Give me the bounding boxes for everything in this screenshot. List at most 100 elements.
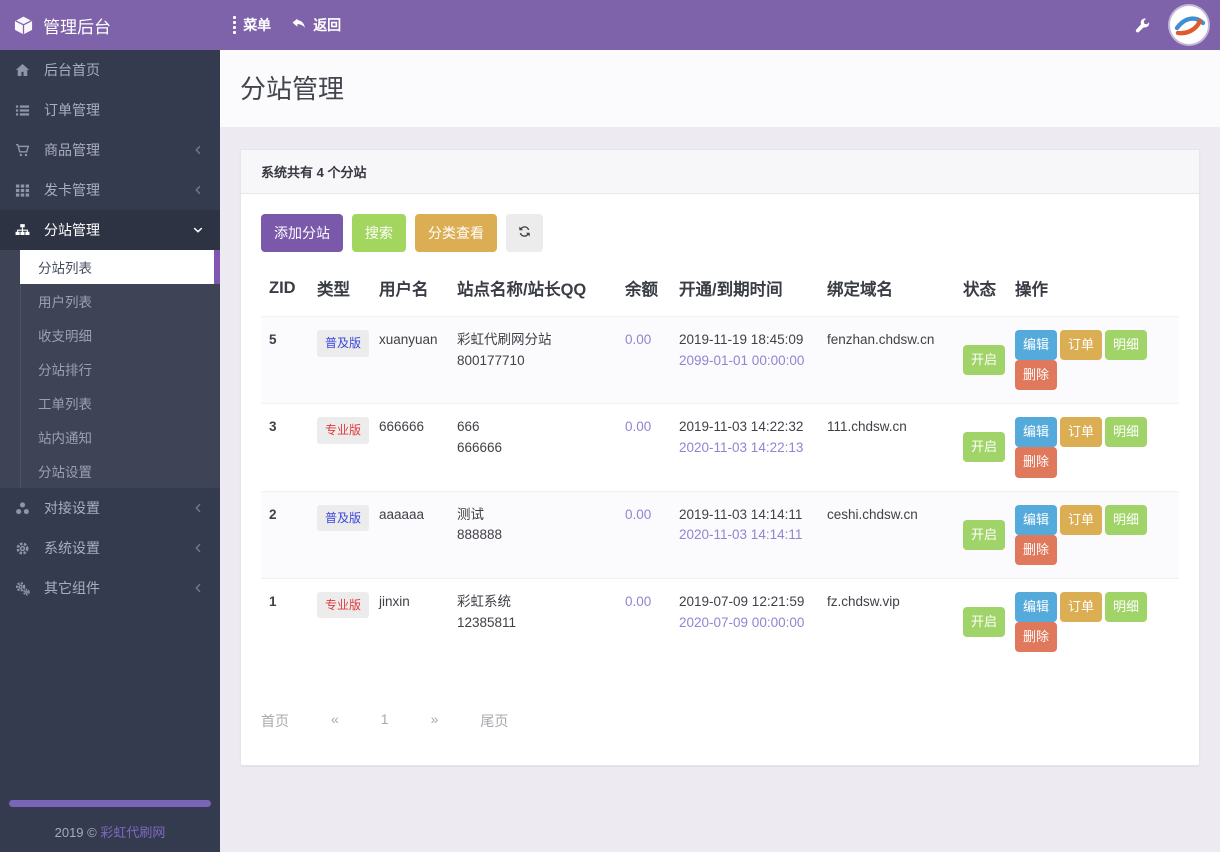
chevron-left-icon xyxy=(192,502,204,514)
menu-label: 菜单 xyxy=(243,15,271,35)
page-title: 分站管理 xyxy=(240,69,1200,106)
column-header: 开通/到期时间 xyxy=(679,260,827,317)
sidebar-item-substations[interactable]: 分站管理 xyxy=(0,210,220,250)
sidebar-item-label: 分站管理 xyxy=(44,220,192,240)
username-cell: 666666 xyxy=(379,404,457,491)
status-toggle-button[interactable]: 开启 xyxy=(963,432,1005,462)
expire-time: 2020-07-09 00:00:00 xyxy=(679,613,819,634)
edit-button[interactable]: 编辑 xyxy=(1015,505,1057,535)
detail-button[interactable]: 明细 xyxy=(1105,505,1147,535)
orders-button[interactable]: 订单 xyxy=(1060,592,1102,622)
pagination-next[interactable]: » xyxy=(431,711,439,731)
delete-button[interactable]: 删除 xyxy=(1015,535,1057,565)
status-toggle-button[interactable]: 开启 xyxy=(963,520,1005,550)
status-toggle-button[interactable]: 开启 xyxy=(963,345,1005,375)
sidebar-item-cards[interactable]: 发卡管理 xyxy=(0,170,220,210)
sidebar-subitem-site-notice[interactable]: 站内通知 xyxy=(0,420,220,454)
expire-time: 2099-01-01 00:00:00 xyxy=(679,351,819,372)
site-cell: 彩虹系统12385811 xyxy=(457,578,625,665)
gear-icon xyxy=(15,541,32,556)
sidebar-item-products[interactable]: 商品管理 xyxy=(0,130,220,170)
detail-button[interactable]: 明细 xyxy=(1105,592,1147,622)
sidebar-item-label: 系统设置 xyxy=(44,538,192,558)
nodes-icon xyxy=(15,501,32,516)
brand-title: 管理后台 xyxy=(43,13,111,38)
zid-cell: 5 xyxy=(261,317,317,404)
search-button[interactable]: 搜索 xyxy=(352,214,406,252)
footer-brand-link[interactable]: 彩虹代刷网 xyxy=(100,825,165,840)
sidebar-subitem-substation-settings[interactable]: 分站设置 xyxy=(0,454,220,488)
column-header: ZID xyxy=(261,260,317,317)
edit-button[interactable]: 编辑 xyxy=(1015,330,1057,360)
status-cell: 开启 xyxy=(963,578,1015,665)
domain-cell: fenzhan.chdsw.cn xyxy=(827,317,963,404)
sidebar-subitem-user-list[interactable]: 用户列表 xyxy=(0,284,220,318)
open-time: 2019-11-19 18:45:09 xyxy=(679,330,819,351)
pagination-first[interactable]: 首页 xyxy=(261,711,289,731)
add-substation-button[interactable]: 添加分站 xyxy=(261,214,343,252)
sidebar-item-label: 其它组件 xyxy=(44,578,192,598)
column-header: 类型 xyxy=(317,260,379,317)
domain-cell: ceshi.chdsw.cn xyxy=(827,491,963,578)
site-qq: 888888 xyxy=(457,525,617,546)
chevron-left-icon xyxy=(192,184,204,196)
sidebar-item-label: 订单管理 xyxy=(44,100,204,120)
status-toggle-button[interactable]: 开启 xyxy=(963,607,1005,637)
table-row: 3专业版6666666666666660.002019-11-03 14:22:… xyxy=(261,404,1179,491)
type-cell: 专业版 xyxy=(317,578,379,665)
back-button[interactable]: 返回 xyxy=(291,15,341,35)
table-header-row: ZID类型用户名站点名称/站长QQ余额开通/到期时间绑定域名状态操作 xyxy=(261,260,1179,317)
sidebar-footer: 2019 © 彩虹代刷网 xyxy=(0,800,220,852)
domain-cell: fz.chdsw.vip xyxy=(827,578,963,665)
site-qq: 666666 xyxy=(457,438,617,459)
username-cell: aaaaaa xyxy=(379,491,457,578)
brand[interactable]: 管理后台 xyxy=(0,13,220,38)
pagination-page-1[interactable]: 1 xyxy=(381,711,389,731)
sidebar-subitem-finance-detail[interactable]: 收支明细 xyxy=(0,318,220,352)
column-header: 用户名 xyxy=(379,260,457,317)
username-cell: xuanyuan xyxy=(379,317,457,404)
chevron-left-icon xyxy=(192,144,204,156)
wrench-icon[interactable] xyxy=(1135,18,1150,33)
edit-button[interactable]: 编辑 xyxy=(1015,592,1057,622)
sidebar-item-label: 商品管理 xyxy=(44,140,192,160)
category-view-button[interactable]: 分类查看 xyxy=(415,214,497,252)
open-time: 2019-11-03 14:14:11 xyxy=(679,505,819,526)
refresh-button[interactable] xyxy=(506,214,543,252)
footer-accent-bar xyxy=(9,800,211,807)
sidebar-subitem-ticket-list[interactable]: 工单列表 xyxy=(0,386,220,420)
delete-button[interactable]: 删除 xyxy=(1015,360,1057,390)
orders-button[interactable]: 订单 xyxy=(1060,330,1102,360)
orders-button[interactable]: 订单 xyxy=(1060,505,1102,535)
sidebar-submenu: 分站列表用户列表收支明细分站排行工单列表站内通知分站设置 xyxy=(0,250,220,488)
sidebar-subitem-substation-rank[interactable]: 分站排行 xyxy=(0,352,220,386)
menu-toggle[interactable]: 菜单 xyxy=(233,15,271,35)
sidebar-item-other[interactable]: 其它组件 xyxy=(0,568,220,608)
panel-body: 添加分站 搜索 分类查看 ZID类型用户名站点名称/站长QQ余额开通/到期时间绑… xyxy=(241,194,1199,765)
delete-button[interactable]: 删除 xyxy=(1015,447,1057,477)
refresh-icon xyxy=(518,225,531,241)
sidebar-item-home[interactable]: 后台首页 xyxy=(0,50,220,90)
time-cell: 2019-11-19 18:45:092099-01-01 00:00:00 xyxy=(679,317,827,404)
open-time: 2019-11-03 14:22:32 xyxy=(679,417,819,438)
pagination-prev[interactable]: « xyxy=(331,711,339,731)
balance-cell: 0.00 xyxy=(625,404,679,491)
edit-button[interactable]: 编辑 xyxy=(1015,417,1057,447)
sidebar-item-system[interactable]: 系统设置 xyxy=(0,528,220,568)
zid-cell: 3 xyxy=(261,404,317,491)
avatar[interactable] xyxy=(1170,6,1208,44)
orders-button[interactable]: 订单 xyxy=(1060,417,1102,447)
sidebar-item-orders[interactable]: 订单管理 xyxy=(0,90,220,130)
cart-icon xyxy=(15,143,32,158)
column-header: 余额 xyxy=(625,260,679,317)
copyright: 2019 © 彩虹代刷网 xyxy=(0,822,220,841)
column-header: 绑定域名 xyxy=(827,260,963,317)
detail-button[interactable]: 明细 xyxy=(1105,330,1147,360)
sidebar-item-docking[interactable]: 对接设置 xyxy=(0,488,220,528)
sidebar-subitem-substation-list[interactable]: 分站列表 xyxy=(20,250,220,284)
balance-cell: 0.00 xyxy=(625,317,679,404)
delete-button[interactable]: 删除 xyxy=(1015,622,1057,652)
zid-cell: 2 xyxy=(261,491,317,578)
detail-button[interactable]: 明细 xyxy=(1105,417,1147,447)
pagination-last[interactable]: 尾页 xyxy=(480,711,508,731)
